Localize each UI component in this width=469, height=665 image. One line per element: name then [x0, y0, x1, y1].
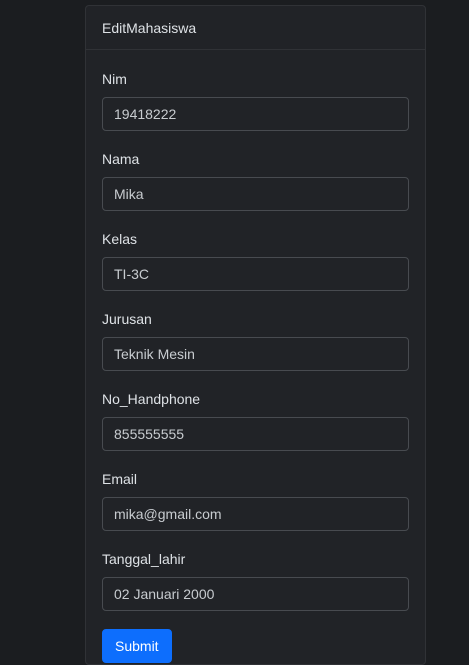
kelas-input[interactable]	[102, 257, 409, 291]
email-input[interactable]	[102, 497, 409, 531]
kelas-label: Kelas	[102, 231, 138, 247]
nama-label: Nama	[102, 151, 140, 167]
jurusan-input[interactable]	[102, 337, 409, 371]
no-handphone-input[interactable]	[102, 417, 409, 451]
tanggal-lahir-input[interactable]	[102, 577, 409, 611]
edit-form: Nim Nama Kelas Jurusan No_Handphone Emai…	[86, 50, 425, 663]
nama-input[interactable]	[102, 177, 409, 211]
field-no-handphone: No_Handphone	[102, 391, 409, 451]
tanggal-lahir-label: Tanggal_lahir	[102, 551, 186, 567]
nim-label: Nim	[102, 71, 127, 87]
field-nim: Nim	[102, 71, 409, 131]
email-label: Email	[102, 471, 138, 487]
edit-mahasiswa-card: EditMahasiswa Nim Nama Kelas Jurusan No_…	[85, 5, 426, 665]
field-kelas: Kelas	[102, 231, 409, 291]
field-email: Email	[102, 471, 409, 531]
nim-input[interactable]	[102, 97, 409, 131]
field-jurusan: Jurusan	[102, 311, 409, 371]
submit-button[interactable]: Submit	[102, 629, 172, 663]
field-nama: Nama	[102, 151, 409, 211]
jurusan-label: Jurusan	[102, 311, 152, 327]
field-tanggal-lahir: Tanggal_lahir	[102, 551, 409, 611]
no-handphone-label: No_Handphone	[102, 391, 201, 407]
card-title: EditMahasiswa	[86, 6, 425, 50]
